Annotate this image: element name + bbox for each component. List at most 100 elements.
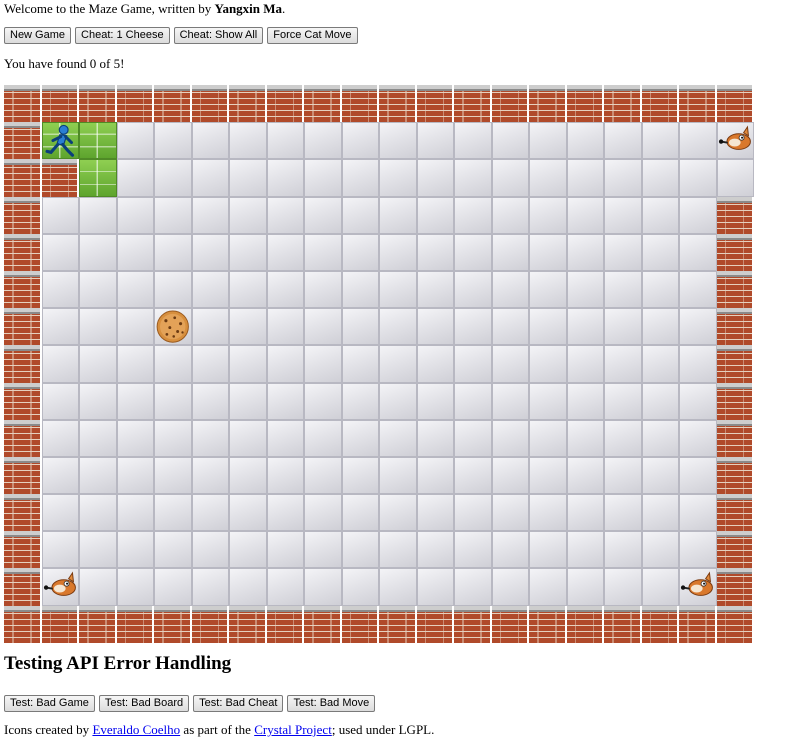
brick-wall-cell: [41, 85, 79, 123]
cheat-one-cheese-button[interactable]: Cheat: 1 Cheese: [75, 27, 170, 44]
floor-cell: [154, 270, 192, 309]
force-cat-move-button[interactable]: Force Cat Move: [267, 27, 358, 44]
floor-cell: [491, 270, 529, 309]
floor-cell: [379, 159, 417, 197]
floor-cell: [641, 568, 679, 606]
brick-wall-cell: [229, 85, 267, 123]
everaldo-link[interactable]: Everaldo Coelho: [92, 722, 180, 737]
test-bad-move-button[interactable]: Test: Bad Move: [287, 695, 376, 712]
brick-wall-cell: [41, 159, 79, 197]
brick-wall-cell: [341, 605, 379, 643]
cheese-cookie-icon: [156, 310, 189, 343]
floor-cell: [304, 568, 342, 606]
floor-cell: [41, 382, 79, 420]
floor-cell: [41, 345, 79, 383]
brick-wall-cell: [491, 605, 529, 643]
brick-wall-cell: [716, 382, 754, 420]
cheese-status: You have found 0 of 5!: [4, 56, 124, 71]
floor-cell: [529, 494, 567, 532]
floor-cell: [529, 233, 567, 271]
floor-cell: [379, 270, 417, 309]
floor-cell: [379, 456, 417, 495]
floor-cell-cat: [41, 568, 79, 606]
floor-cell-cheese-cookie: [154, 308, 192, 346]
mouse-runner-icon: [45, 125, 74, 158]
floor-cell: [566, 233, 604, 271]
status-middle: of: [96, 56, 114, 71]
floor-cell: [454, 494, 492, 532]
brick-wall-cell: [679, 85, 717, 123]
cheat-show-all-button[interactable]: Cheat: Show All: [173, 27, 264, 44]
floor-cell: [604, 419, 642, 457]
brick-wall-cell: [266, 605, 304, 643]
floor-cell: [679, 345, 717, 383]
brick-wall-cell: [304, 605, 342, 643]
floor-cell: [304, 494, 342, 532]
brick-wall-cell: [4, 605, 42, 643]
floor-cell: [566, 270, 604, 309]
floor-cell: [229, 531, 267, 569]
floor-cell: [529, 159, 567, 197]
floor-cell: [491, 531, 529, 569]
explored-grass-cell: [79, 122, 117, 160]
floor-cell: [454, 233, 492, 271]
test-bad-board-button[interactable]: Test: Bad Board: [98, 695, 190, 712]
floor-cell: [491, 308, 529, 346]
floor-cell: [416, 568, 454, 606]
floor-cell: [491, 494, 529, 532]
floor-cell: [154, 345, 192, 383]
floor-cell: [191, 531, 229, 569]
floor-cell: [454, 196, 492, 234]
floor-cell: [679, 159, 717, 197]
floor-cell: [416, 270, 454, 309]
crystal-project-link[interactable]: Crystal Project: [254, 722, 332, 737]
brick-wall-cell: [716, 494, 754, 532]
floor-cell: [491, 159, 529, 197]
brick-wall-cell: [4, 308, 42, 346]
floor-cell: [641, 308, 679, 346]
floor-cell: [679, 122, 717, 160]
floor-cell: [266, 270, 304, 309]
floor-cell: [454, 568, 492, 606]
floor-cell: [341, 308, 379, 346]
brick-wall-cell: [4, 456, 42, 495]
brick-wall-cell: [716, 196, 754, 234]
floor-cell: [641, 382, 679, 420]
brick-wall-cell: [416, 85, 454, 123]
floor-cell: [154, 531, 192, 569]
floor-cell: [454, 159, 492, 197]
floor-cell: [191, 419, 229, 457]
floor-cell: [266, 531, 304, 569]
floor-cell: [679, 382, 717, 420]
floor-cell: [191, 122, 229, 160]
brick-wall-cell: [191, 605, 229, 643]
floor-cell-cat: [679, 568, 717, 606]
floor-cell: [266, 233, 304, 271]
floor-cell: [304, 382, 342, 420]
test-bad-cheat-button[interactable]: Test: Bad Cheat: [193, 695, 284, 712]
floor-cell: [379, 494, 417, 532]
brick-wall-cell: [4, 85, 42, 123]
floor-cell: [41, 196, 79, 234]
floor-cell: [79, 308, 117, 346]
floor-cell: [304, 270, 342, 309]
floor-cell: [341, 382, 379, 420]
floor-cell: [116, 531, 154, 569]
brick-wall-cell: [566, 605, 604, 643]
brick-wall-cell: [641, 85, 679, 123]
new-game-button[interactable]: New Game: [4, 27, 72, 44]
floor-cell: [191, 270, 229, 309]
floor-cell: [379, 308, 417, 346]
floor-cell: [641, 531, 679, 569]
brick-wall-cell: [4, 345, 42, 383]
floor-cell: [154, 382, 192, 420]
floor-cell: [341, 345, 379, 383]
floor-cell: [191, 345, 229, 383]
brick-wall-cell: [116, 85, 154, 123]
floor-cell: [266, 494, 304, 532]
brick-wall-cell: [604, 605, 642, 643]
test-bad-game-button[interactable]: Test: Bad Game: [4, 695, 95, 712]
floor-cell: [116, 122, 154, 160]
floor-cell: [566, 419, 604, 457]
author-name: Yangxin Ma: [214, 1, 283, 16]
